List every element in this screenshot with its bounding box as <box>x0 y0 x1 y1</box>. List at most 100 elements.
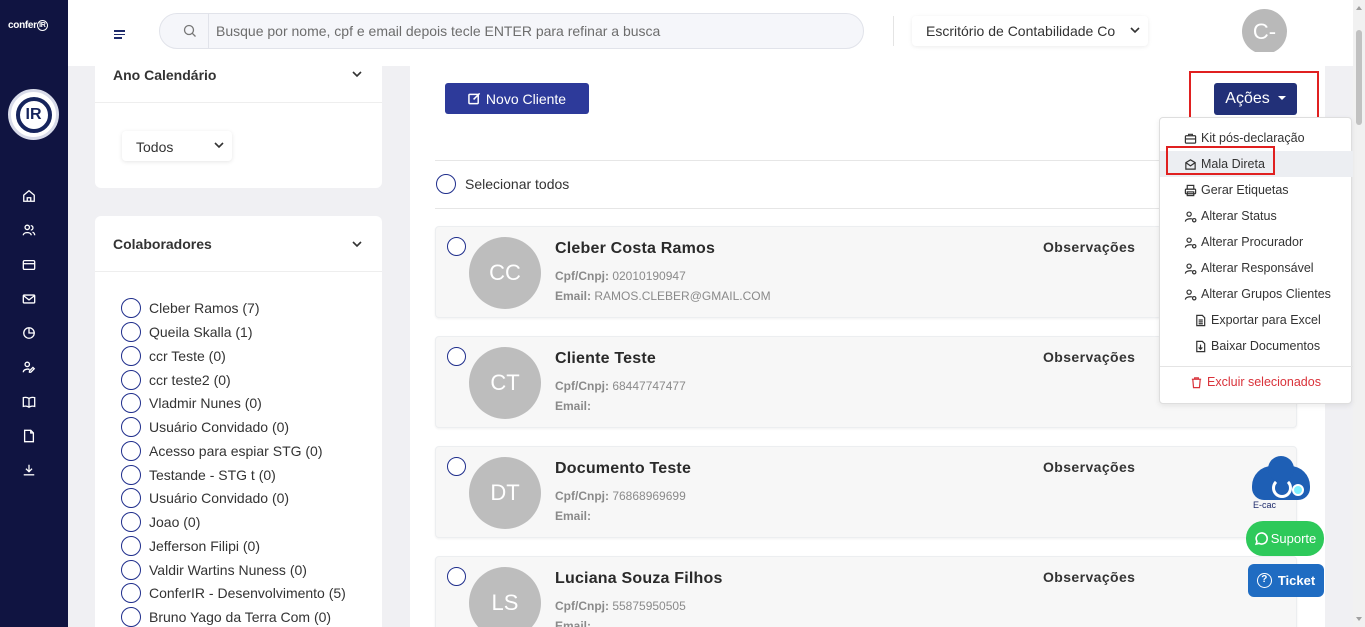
menu-item[interactable]: Exportar para Excel <box>1160 307 1353 333</box>
client-select-radio[interactable] <box>447 347 466 366</box>
collaborator-item[interactable]: Usuário Convidado (0) <box>121 417 289 437</box>
book-icon[interactable] <box>21 394 37 410</box>
user-avatar[interactable]: C- <box>1242 9 1287 54</box>
client-name[interactable]: Luciana Souza Filhos <box>555 570 723 588</box>
year-select-value: Todos <box>136 139 174 155</box>
client-select-radio[interactable] <box>447 567 466 586</box>
year-filter-title: Ano Calendário <box>113 67 217 83</box>
document-icon[interactable] <box>21 428 37 444</box>
collaborator-label: ccr teste2 (0) <box>149 372 231 388</box>
collaborator-radio[interactable] <box>121 536 141 556</box>
search-input[interactable] <box>216 20 846 42</box>
client-card[interactable]: LS Luciana Souza Filhos Cpf/Cnpj: 55875950… <box>435 556 1297 627</box>
collaborator-radio[interactable] <box>121 298 141 318</box>
collaborator-radio[interactable] <box>121 393 141 413</box>
collaborator-item[interactable]: Bruno Yago da Terra Com (0) <box>121 607 331 627</box>
ticket-button[interactable]: ? Ticket <box>1248 564 1324 597</box>
menu-item[interactable]: Alterar Grupos Clientes <box>1160 281 1353 307</box>
client-email: Email: RAMOS.CLEBER@GMAIL.COM <box>555 289 771 303</box>
collaborator-radio[interactable] <box>121 488 141 508</box>
support-button[interactable]: Suporte <box>1246 521 1324 556</box>
collaborator-item[interactable]: Cleber Ramos (7) <box>121 298 259 318</box>
printer-icon <box>1184 184 1197 196</box>
user-edit-icon[interactable] <box>21 359 37 375</box>
user-cog-icon <box>1184 210 1197 222</box>
chevron-down-icon <box>214 142 224 149</box>
company-logo: IR <box>8 89 59 140</box>
users-icon[interactable] <box>21 222 37 238</box>
menu-item[interactable]: Alterar Responsável <box>1160 255 1353 281</box>
collaborator-label: Queila Skalla (1) <box>149 324 253 340</box>
observations-label: Observações <box>1043 349 1136 365</box>
collaborator-radio[interactable] <box>121 441 141 461</box>
collaborator-item[interactable]: Jefferson Filipi (0) <box>121 536 260 556</box>
collaborator-label: ccr Teste (0) <box>149 348 226 364</box>
ticket-label: Ticket <box>1277 573 1316 588</box>
client-select-radio[interactable] <box>447 457 466 476</box>
mail-icon[interactable] <box>21 291 37 307</box>
client-cpf: Cpf/Cnpj: 55875950505 <box>555 599 686 613</box>
home-icon[interactable] <box>21 188 37 204</box>
collaborator-label: Joao (0) <box>149 514 201 530</box>
client-cpf: Cpf/Cnpj: 76868969699 <box>555 489 686 503</box>
collaborator-radio[interactable] <box>121 607 141 627</box>
collaborator-item[interactable]: ccr teste2 (0) <box>121 370 231 390</box>
actions-dropdown-button[interactable]: Ações <box>1214 83 1297 115</box>
download-icon[interactable] <box>21 462 37 478</box>
client-cpf: Cpf/Cnpj: 02010190947 <box>555 269 686 283</box>
collaborator-item[interactable]: Usuário Convidado (0) <box>121 488 289 508</box>
page-scrollbar[interactable] <box>1353 0 1365 627</box>
menu-item[interactable]: Excluir selecionados <box>1160 369 1353 395</box>
chevron-down-icon[interactable] <box>352 70 362 78</box>
office-select[interactable]: Escritório de Contabilidade Co <box>912 16 1148 46</box>
new-client-label: Novo Cliente <box>485 90 567 107</box>
office-select-value: Escritório de Contabilidade Co <box>926 23 1116 39</box>
menu-item[interactable]: Alterar Procurador <box>1160 229 1353 255</box>
year-select[interactable]: Todos <box>122 131 232 161</box>
chevron-down-icon[interactable] <box>352 240 362 248</box>
search-icon[interactable] <box>182 23 198 39</box>
collaborator-item[interactable]: ConferIR - Desenvolvimento (5) <box>121 583 346 603</box>
collaborator-radio[interactable] <box>121 322 141 342</box>
brand-logo[interactable]: confer IR <box>8 20 48 31</box>
menu-item-label: Baixar Documentos <box>1211 339 1321 353</box>
client-avatar: CT <box>469 347 541 419</box>
collaborator-radio[interactable] <box>121 560 141 580</box>
collaborator-radio[interactable] <box>121 417 141 437</box>
collaborator-radio[interactable] <box>121 512 141 532</box>
collaborator-radio[interactable] <box>121 370 141 390</box>
client-name[interactable]: Cliente Teste <box>555 350 656 368</box>
year-filter-panel: Ano Calendário <box>95 52 382 188</box>
new-client-button[interactable]: Novo Cliente <box>445 83 589 114</box>
user-cog-icon <box>1184 236 1197 248</box>
collaborator-radio[interactable] <box>121 465 141 485</box>
collaborator-item[interactable]: ccr Teste (0) <box>121 346 226 366</box>
ecac-button[interactable]: E-cac <box>1250 456 1312 512</box>
menu-item-label: Exportar para Excel <box>1211 313 1321 327</box>
select-all[interactable]: Selecionar todos <box>436 174 569 194</box>
pie-chart-icon[interactable] <box>21 325 37 341</box>
user-cog-icon <box>1184 262 1197 274</box>
client-card[interactable]: DT Documento Teste Cpf/Cnpj: 76868969699 Em… <box>435 446 1297 538</box>
menu-item[interactable]: Gerar Etiquetas <box>1160 177 1353 203</box>
collaborator-item[interactable]: Joao (0) <box>121 512 200 532</box>
collaborator-item[interactable]: Valdir Wartins Nuness (0) <box>121 560 307 580</box>
collaborator-radio[interactable] <box>121 346 141 366</box>
menu-item[interactable]: Alterar Status <box>1160 203 1353 229</box>
collaborator-item[interactable]: Queila Skalla (1) <box>121 322 253 342</box>
menu-item[interactable]: Baixar Documentos <box>1160 333 1353 359</box>
collaborator-item[interactable]: Vladmir Nunes (0) <box>121 393 262 413</box>
hamburger-menu-icon[interactable] <box>114 30 125 39</box>
client-name[interactable]: Documento Teste <box>555 460 691 478</box>
menu-item-label: Alterar Procurador <box>1201 235 1304 249</box>
collaborator-item[interactable]: Testande - STG t (0) <box>121 465 276 485</box>
client-select-radio[interactable] <box>447 237 466 256</box>
collaborator-label: Bruno Yago da Terra Com (0) <box>149 609 332 625</box>
collaborator-label: Vladmir Nunes (0) <box>149 395 262 411</box>
collaborator-item[interactable]: Acesso para espiar STG (0) <box>121 441 323 461</box>
select-all-radio[interactable] <box>436 174 456 194</box>
collaborator-radio[interactable] <box>121 583 141 603</box>
client-name[interactable]: Cleber Costa Ramos <box>555 240 715 258</box>
card-icon[interactable] <box>21 257 37 273</box>
menu-item-label: Alterar Responsável <box>1201 261 1314 275</box>
